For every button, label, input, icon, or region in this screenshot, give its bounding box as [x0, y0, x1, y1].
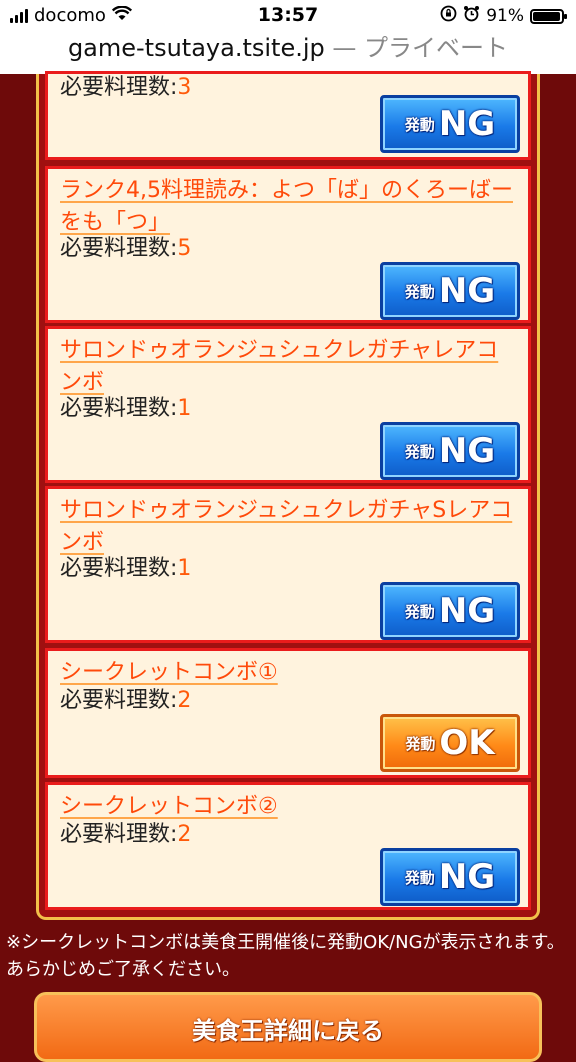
activation-ng-badge: 発動 NG: [380, 262, 520, 320]
required-count: 必要料理数:1: [60, 555, 191, 583]
activation-ok-badge: 発動 OK: [380, 714, 520, 772]
required-count: 必要料理数:2: [60, 821, 191, 849]
required-number: 5: [177, 236, 192, 261]
badge-status: NG: [438, 431, 496, 471]
activation-ng-badge: 発動 NG: [380, 95, 520, 153]
required-label: 必要料理数:: [60, 75, 178, 100]
battery-percent: 91%: [486, 6, 524, 26]
required-label: 必要料理数:: [60, 822, 178, 847]
secret-combo-note: ※シークレットコンボは美食王開催後に発動OK/NGが表示されます。あらかじめご了…: [6, 932, 565, 980]
combo-title-link[interactable]: サロンドゥオランジュシュクレガチャSレアコンボ: [60, 495, 520, 559]
combo-title-link[interactable]: サロンドゥオランジュシュクレガチャレアコンボ: [60, 335, 520, 399]
activation-ng-badge: 発動 NG: [380, 582, 520, 640]
rotation-lock-icon: [440, 5, 457, 27]
badge-prefix: 発動: [404, 282, 435, 301]
combo-list-frame: 必要料理数:3 発動 NG ランク4,5料理読み：よつ「ば」のくろーばーをも「つ…: [36, 71, 540, 920]
required-label: 必要料理数:: [60, 556, 178, 581]
battery-fill: [533, 11, 561, 21]
alarm-icon: [463, 5, 480, 27]
activation-ng-badge: 発動 NG: [380, 848, 520, 906]
combo-title-link[interactable]: シークレットコンボ②: [60, 791, 520, 823]
status-right: 91%: [440, 5, 567, 27]
badge-prefix: 発動: [404, 442, 435, 461]
combo-card: シークレットコンボ② 必要料理数:2 発動 NG: [45, 782, 531, 910]
combo-card: 必要料理数:3 発動 NG: [45, 71, 531, 160]
required-count: 必要料理数:1: [60, 395, 191, 423]
combo-card: シークレットコンボ① 必要料理数:2 発動 OK: [45, 648, 531, 778]
required-count: 必要料理数:2: [60, 687, 191, 715]
required-number: 1: [177, 556, 192, 581]
required-number: 2: [177, 822, 192, 847]
required-label: 必要料理数:: [60, 236, 178, 261]
required-count: 必要料理数:3: [60, 74, 191, 102]
battery-icon: [530, 8, 567, 24]
required-label: 必要料理数:: [60, 396, 178, 421]
url-domain: game-tsutaya.tsite.jp: [67, 34, 325, 62]
badge-status: OK: [439, 723, 495, 763]
private-mode-label: プライベート: [364, 34, 509, 62]
combo-title-link[interactable]: シークレットコンボ①: [60, 657, 520, 689]
back-to-details-button[interactable]: 美食王詳細に戻る: [34, 992, 542, 1062]
badge-prefix: 発動: [405, 734, 436, 753]
badge-prefix: 発動: [404, 602, 435, 621]
required-number: 3: [177, 75, 192, 100]
url-separator: —: [332, 34, 357, 62]
badge-status: NG: [438, 104, 496, 144]
required-number: 2: [177, 688, 192, 713]
badge-prefix: 発動: [404, 868, 435, 887]
required-number: 1: [177, 396, 192, 421]
badge-prefix: 発動: [404, 115, 435, 134]
badge-status: NG: [438, 591, 496, 631]
combo-card: サロンドゥオランジュシュクレガチャSレアコンボ 必要料理数:1 発動 NG: [45, 486, 531, 643]
combo-title-link[interactable]: ランク4,5料理読み：よつ「ば」のくろーばーをも「つ」: [60, 175, 520, 239]
required-count: 必要料理数:5: [60, 235, 191, 263]
combo-card: サロンドゥオランジュシュクレガチャレアコンボ 必要料理数:1 発動 NG: [45, 326, 531, 483]
required-label: 必要料理数:: [60, 688, 178, 713]
url-bar[interactable]: game-tsutaya.tsite.jp — プライベート: [0, 34, 576, 74]
status-bar: docomo 13:57 91%: [0, 0, 576, 34]
badge-status: NG: [438, 271, 496, 311]
activation-ng-badge: 発動 NG: [380, 422, 520, 480]
badge-status: NG: [438, 857, 496, 897]
combo-card: ランク4,5料理読み：よつ「ば」のくろーばーをも「つ」 必要料理数:5 発動 N…: [45, 166, 531, 323]
